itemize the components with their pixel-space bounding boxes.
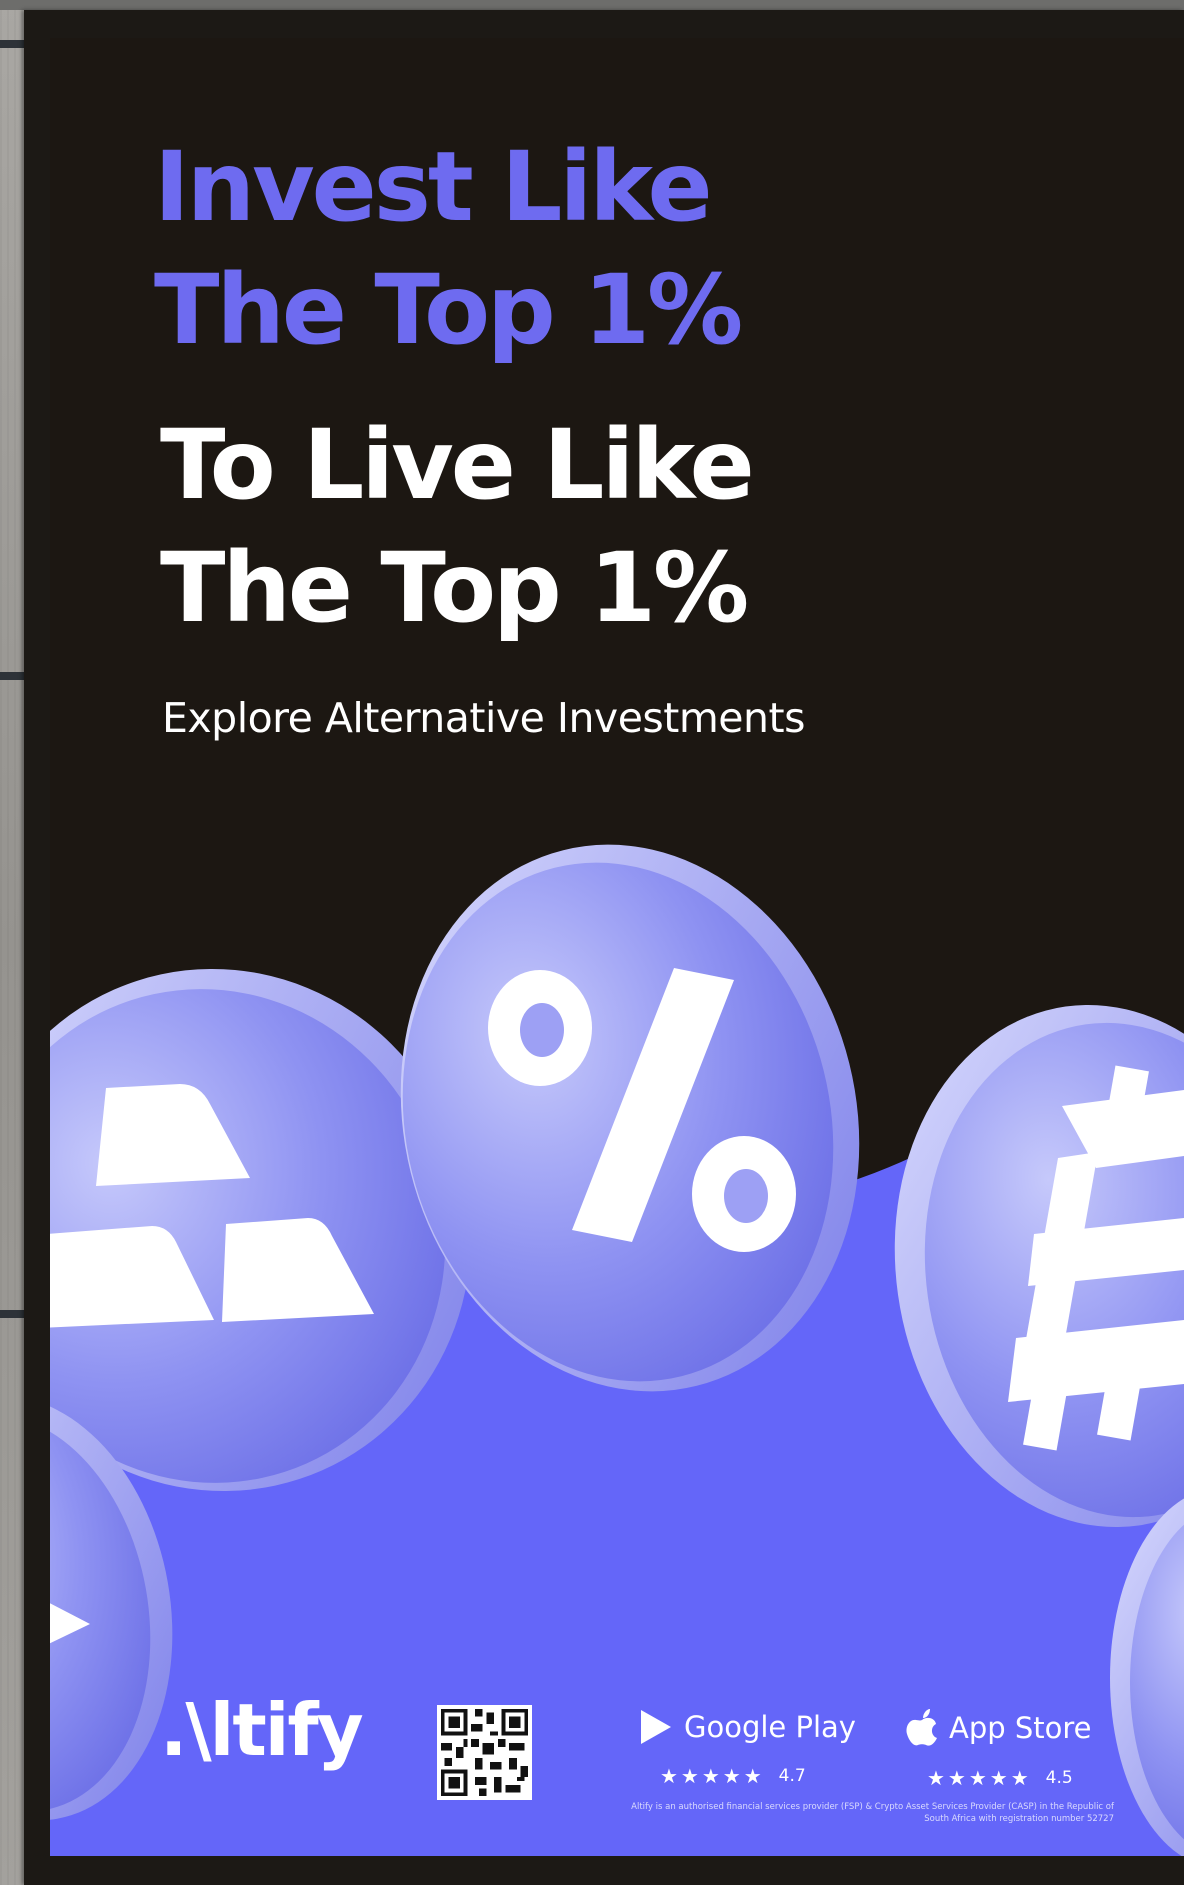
qr-code-icon — [437, 1705, 532, 1800]
app-store-label: App Store — [949, 1711, 1092, 1745]
headline-white-line2: The Top 1% — [160, 532, 749, 644]
app-store-badge[interactable]: App Store ★★★★★ 4.5 — [905, 1708, 1092, 1790]
google-play-rating: 4.7 — [778, 1766, 806, 1786]
altify-logo: .\ltify — [160, 1688, 364, 1772]
headline-blue: Invest Like The Top 1% — [154, 126, 1054, 372]
headline-blue-line2: The Top 1% — [154, 254, 743, 366]
headline-white: To Live Like The Top 1% — [160, 404, 1060, 650]
headline-blue-line1: Invest Like — [154, 131, 713, 243]
legal-disclaimer: Altify is an authorised financial servic… — [631, 1802, 1114, 1824]
google-play-badge[interactable]: Google Play ★★★★★ 4.7 — [638, 1708, 856, 1788]
subheadline: Explore Alternative Investments — [162, 694, 805, 742]
app-store-stars: ★★★★★ — [927, 1766, 1032, 1790]
google-play-stars: ★★★★★ — [660, 1764, 765, 1788]
app-store-rating: 4.5 — [1045, 1768, 1073, 1788]
headline-white-line1: To Live Like — [160, 409, 755, 521]
billboard-poster: Invest Like The Top 1% To Live Like The … — [50, 38, 1184, 1856]
wall-top-strip — [0, 0, 1184, 10]
apple-icon — [906, 1709, 937, 1746]
google-play-label: Google Play — [684, 1710, 856, 1744]
google-play-icon — [641, 1710, 671, 1744]
